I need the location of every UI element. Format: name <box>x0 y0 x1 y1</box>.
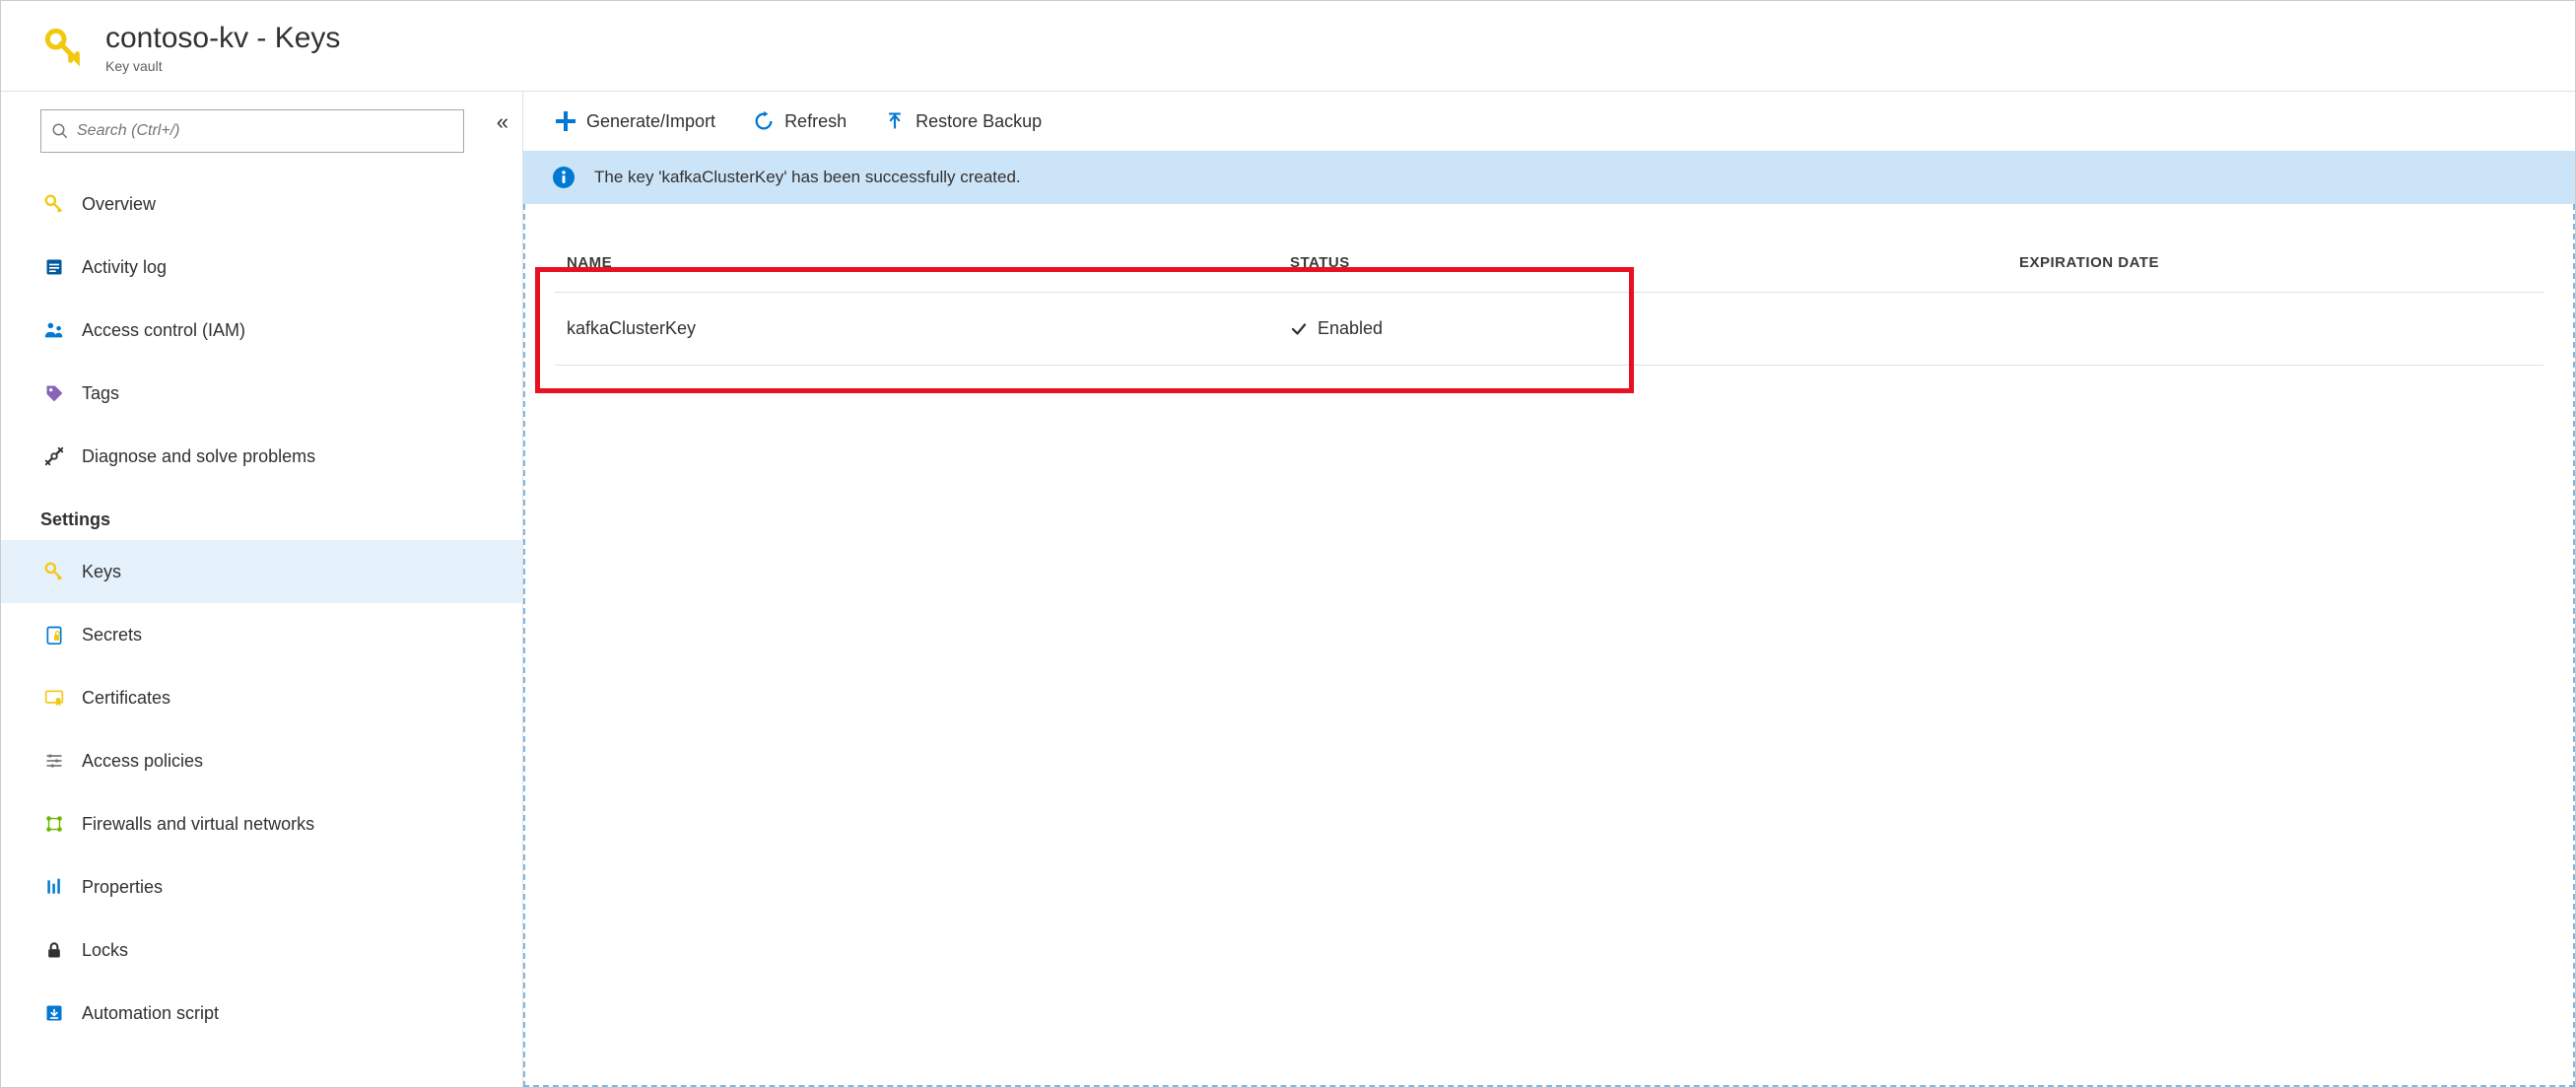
sidebar-item-label: Tags <box>82 383 119 404</box>
sidebar-item-keys[interactable]: Keys <box>1 540 522 603</box>
refresh-icon <box>751 108 777 134</box>
sidebar-item-label: Activity log <box>82 257 167 278</box>
sidebar-item-label: Access control (IAM) <box>82 320 245 341</box>
table-row[interactable]: kafkaClusterKey Enabled <box>555 293 2543 366</box>
keys-icon <box>40 558 68 585</box>
cell-name: kafkaClusterKey <box>555 318 1284 339</box>
sidebar-item-label: Locks <box>82 940 128 961</box>
sidebar-item-locks[interactable]: Locks <box>1 918 522 982</box>
keys-table: NAME STATUS EXPIRATION DATE kafkaCluster… <box>525 204 2573 366</box>
info-icon <box>551 165 576 190</box>
sidebar-item-label: Secrets <box>82 625 142 646</box>
sidebar-item-label: Certificates <box>82 688 170 709</box>
secrets-icon <box>40 621 68 648</box>
sidebar-item-tags[interactable]: Tags <box>1 362 522 425</box>
key-icon <box>40 190 68 218</box>
cell-status: Enabled <box>1284 318 2013 339</box>
search-input[interactable] <box>77 122 453 140</box>
sidebar-item-label: Firewalls and virtual networks <box>82 814 314 835</box>
tags-icon <box>40 379 68 407</box>
sidebar-item-firewalls[interactable]: Firewalls and virtual networks <box>1 792 522 855</box>
header-expiration[interactable]: EXPIRATION DATE <box>2013 254 2543 271</box>
activity-log-icon <box>40 253 68 281</box>
notification-message: The key 'kafkaClusterKey' has been succe… <box>594 168 1021 187</box>
properties-icon <box>40 873 68 901</box>
certificates-icon <box>40 684 68 712</box>
diagnose-icon <box>40 442 68 470</box>
sidebar-item-properties[interactable]: Properties <box>1 855 522 918</box>
check-icon <box>1290 320 1308 338</box>
toolbar: Generate/Import Refresh Restore Backup <box>523 92 2575 151</box>
button-label: Generate/Import <box>586 111 715 132</box>
content-area: Generate/Import Refresh Restore Backup T… <box>523 92 2575 1087</box>
sidebar-search[interactable] <box>40 109 464 153</box>
plus-icon <box>553 108 578 134</box>
button-label: Restore Backup <box>915 111 1042 132</box>
sidebar-item-automation[interactable]: Automation script <box>1 982 522 1045</box>
sidebar-item-label: Properties <box>82 877 163 898</box>
header-status[interactable]: STATUS <box>1284 254 2013 271</box>
locks-icon <box>40 936 68 964</box>
sidebar-item-iam[interactable]: Access control (IAM) <box>1 299 522 362</box>
key-vault-icon <box>40 24 88 71</box>
sidebar-item-activity-log[interactable]: Activity log <box>1 236 522 299</box>
restore-icon <box>882 108 908 134</box>
sidebar-item-label: Access policies <box>82 751 203 772</box>
sidebar-item-diagnose[interactable]: Diagnose and solve problems <box>1 425 522 488</box>
sidebar-item-secrets[interactable]: Secrets <box>1 603 522 666</box>
restore-backup-button[interactable]: Restore Backup <box>882 108 1042 134</box>
sidebar-item-label: Overview <box>82 194 156 215</box>
page-subtitle: Key vault <box>105 58 340 74</box>
sidebar-item-overview[interactable]: Overview <box>1 172 522 236</box>
sidebar: « Overview Activity log Access control (… <box>1 92 523 1087</box>
sidebar-item-access-policies[interactable]: Access policies <box>1 729 522 792</box>
sidebar-item-label: Diagnose and solve problems <box>82 446 315 467</box>
success-notification: The key 'kafkaClusterKey' has been succe… <box>523 151 2575 204</box>
sidebar-item-label: Automation script <box>82 1003 219 1024</box>
page-title: contoso-kv - Keys <box>105 21 340 56</box>
refresh-button[interactable]: Refresh <box>751 108 847 134</box>
generate-import-button[interactable]: Generate/Import <box>553 108 715 134</box>
search-icon <box>51 122 69 140</box>
button-label: Refresh <box>784 111 847 132</box>
access-policies-icon <box>40 747 68 775</box>
sidebar-item-label: Keys <box>82 562 121 582</box>
content-inner: NAME STATUS EXPIRATION DATE kafkaCluster… <box>523 204 2575 1087</box>
iam-icon <box>40 316 68 344</box>
status-text: Enabled <box>1318 318 1383 339</box>
header-name[interactable]: NAME <box>555 254 1284 271</box>
sidebar-section-settings: Settings <box>1 488 522 540</box>
sidebar-item-certificates[interactable]: Certificates <box>1 666 522 729</box>
firewalls-icon <box>40 810 68 838</box>
table-header-row: NAME STATUS EXPIRATION DATE <box>555 234 2543 293</box>
collapse-sidebar-icon[interactable]: « <box>497 109 508 135</box>
page-header: contoso-kv - Keys Key vault <box>1 1 2575 92</box>
automation-icon <box>40 999 68 1027</box>
